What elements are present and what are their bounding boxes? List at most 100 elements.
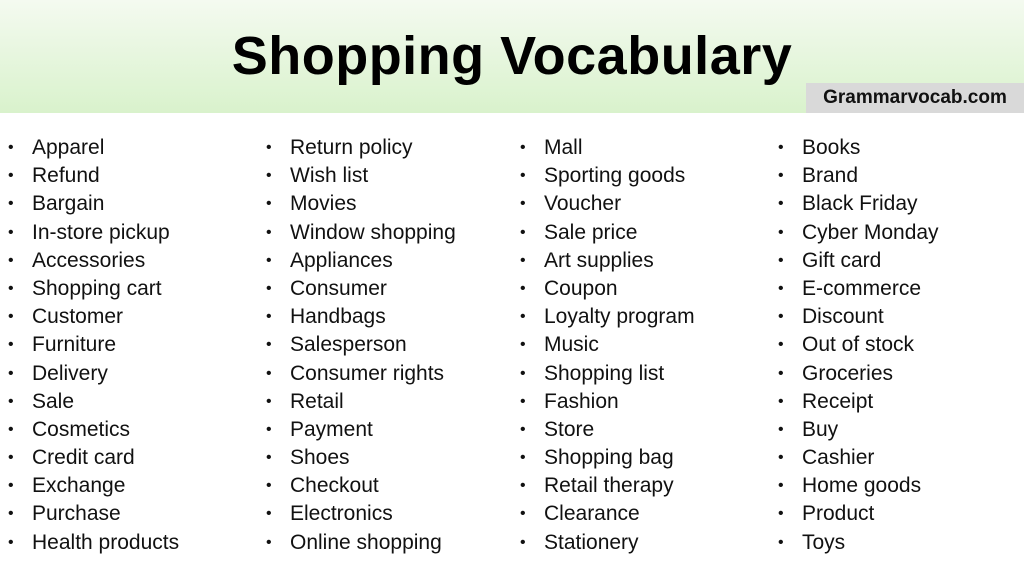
bullet-icon: • (778, 533, 784, 551)
vocab-word: Product (802, 502, 875, 526)
bullet-icon: • (778, 477, 784, 495)
bullet-icon: • (8, 251, 14, 269)
bullet-icon: • (778, 167, 784, 185)
site-badge: Grammarvocab.com (806, 83, 1024, 113)
page-title: Shopping Vocabulary (231, 26, 793, 86)
vocab-word: Discount (802, 305, 884, 329)
vocab-word: Customer (32, 305, 124, 329)
bullet-icon: • (8, 195, 14, 213)
vocab-word: Buy (802, 417, 839, 441)
bullet-icon: • (8, 392, 14, 410)
header-banner: Shopping Vocabulary Grammarvocab.com (0, 0, 1024, 113)
vocab-word: Fashion (544, 389, 619, 413)
bullet-icon: • (778, 392, 784, 410)
bullet-icon: • (778, 139, 784, 156)
bullet-icon: • (8, 279, 14, 297)
vocab-word: Shopping list (544, 361, 665, 385)
vocab-word: In-store pickup (32, 220, 170, 244)
bullet-icon: • (520, 449, 526, 467)
bullet-icon: • (520, 364, 526, 382)
bullet-icon: • (266, 195, 272, 213)
bullet-icon: • (266, 223, 272, 241)
bullet-icon: • (266, 308, 272, 326)
vocab-word: Out of stock (802, 333, 915, 357)
vocab-word: Appliances (290, 248, 393, 272)
bullet-icon: • (520, 505, 526, 523)
vocab-word: Shoes (290, 446, 350, 470)
bullet-icon: • (8, 223, 14, 241)
vocab-word: Groceries (802, 361, 894, 385)
vocab-word: Gift card (802, 248, 882, 272)
vocab-word: Cashier (802, 446, 875, 470)
vocab-word: Mall (544, 136, 583, 159)
vocab-word: Sporting goods (544, 164, 686, 188)
bullet-icon: • (8, 167, 14, 185)
bullet-icon: • (520, 279, 526, 297)
bullet-icon: • (8, 308, 14, 326)
vocab-word: Sale (32, 389, 75, 413)
vocab-word: Retail therapy (544, 474, 674, 498)
vocab-word: Receipt (802, 389, 874, 413)
bullet-icon: • (266, 449, 272, 467)
bullet-icon: • (266, 364, 272, 382)
vocab-word: Electronics (290, 502, 393, 526)
vocab-word: Checkout (290, 474, 379, 498)
vocab-word: Books (802, 136, 861, 159)
vocab-word: Loyalty program (544, 305, 695, 329)
vocab-word: Movies (290, 192, 357, 216)
vocab-word: Black Friday (802, 192, 918, 216)
bullet-icon: • (778, 308, 784, 326)
bullet-icon: • (778, 195, 784, 213)
bullet-icon: • (778, 279, 784, 297)
bullet-icon: • (8, 420, 14, 438)
vocab-word: Bargain (32, 192, 105, 216)
vocab-word: Exchange (32, 474, 126, 498)
vocab-word: Shopping bag (544, 446, 674, 470)
bullet-icon: • (520, 477, 526, 495)
bullet-icon: • (266, 139, 272, 156)
vocab-word: Store (544, 417, 595, 441)
vocab-word: Sale price (544, 220, 638, 244)
vocab-word: Return policy (290, 136, 413, 159)
bullet-icon: • (266, 477, 272, 495)
vocab-word: Handbags (290, 305, 386, 329)
vocab-word: Consumer (290, 276, 387, 300)
vocab-word: Delivery (32, 361, 108, 385)
vocab-word: Wish list (290, 164, 369, 188)
vocab-word: Online shopping (290, 530, 442, 554)
vocab-word: Cyber Monday (802, 220, 939, 244)
bullet-icon: • (8, 449, 14, 467)
bullet-icon: • (520, 167, 526, 185)
bullet-icon: • (520, 251, 526, 269)
vocab-word: Apparel (32, 136, 105, 159)
vocab-word: Accessories (32, 248, 146, 272)
bullet-icon: • (520, 533, 526, 551)
vocab-word: Health products (32, 530, 180, 554)
bullet-icon: • (520, 139, 526, 156)
bullet-icon: • (8, 533, 14, 551)
bullet-icon: • (520, 392, 526, 410)
vocab-word: Shopping cart (32, 276, 162, 300)
vocab-word: Cosmetics (32, 417, 131, 441)
vocab-word: Salesperson (290, 333, 407, 357)
bullet-icon: • (778, 223, 784, 241)
vocab-word: Clearance (544, 502, 640, 526)
vocab-word: Voucher (544, 192, 622, 216)
bullet-icon: • (520, 420, 526, 438)
bullet-icon: • (520, 336, 526, 354)
vocab-word: Purchase (32, 502, 121, 526)
bullet-icon: • (520, 195, 526, 213)
bullet-icon: • (520, 308, 526, 326)
bullet-icon: • (8, 364, 14, 382)
vocab-word: E-commerce (802, 276, 922, 300)
vocab-word: Refund (32, 164, 100, 188)
bullet-icon: • (8, 336, 14, 354)
vocab-word: Retail (290, 389, 344, 413)
vocab-word: Furniture (32, 333, 117, 357)
bullet-icon: • (266, 392, 272, 410)
bullet-icon: • (520, 223, 526, 241)
bullet-icon: • (266, 279, 272, 297)
bullet-icon: • (266, 420, 272, 438)
bullet-icon: • (266, 533, 272, 551)
vocab-word: Home goods (802, 474, 922, 498)
